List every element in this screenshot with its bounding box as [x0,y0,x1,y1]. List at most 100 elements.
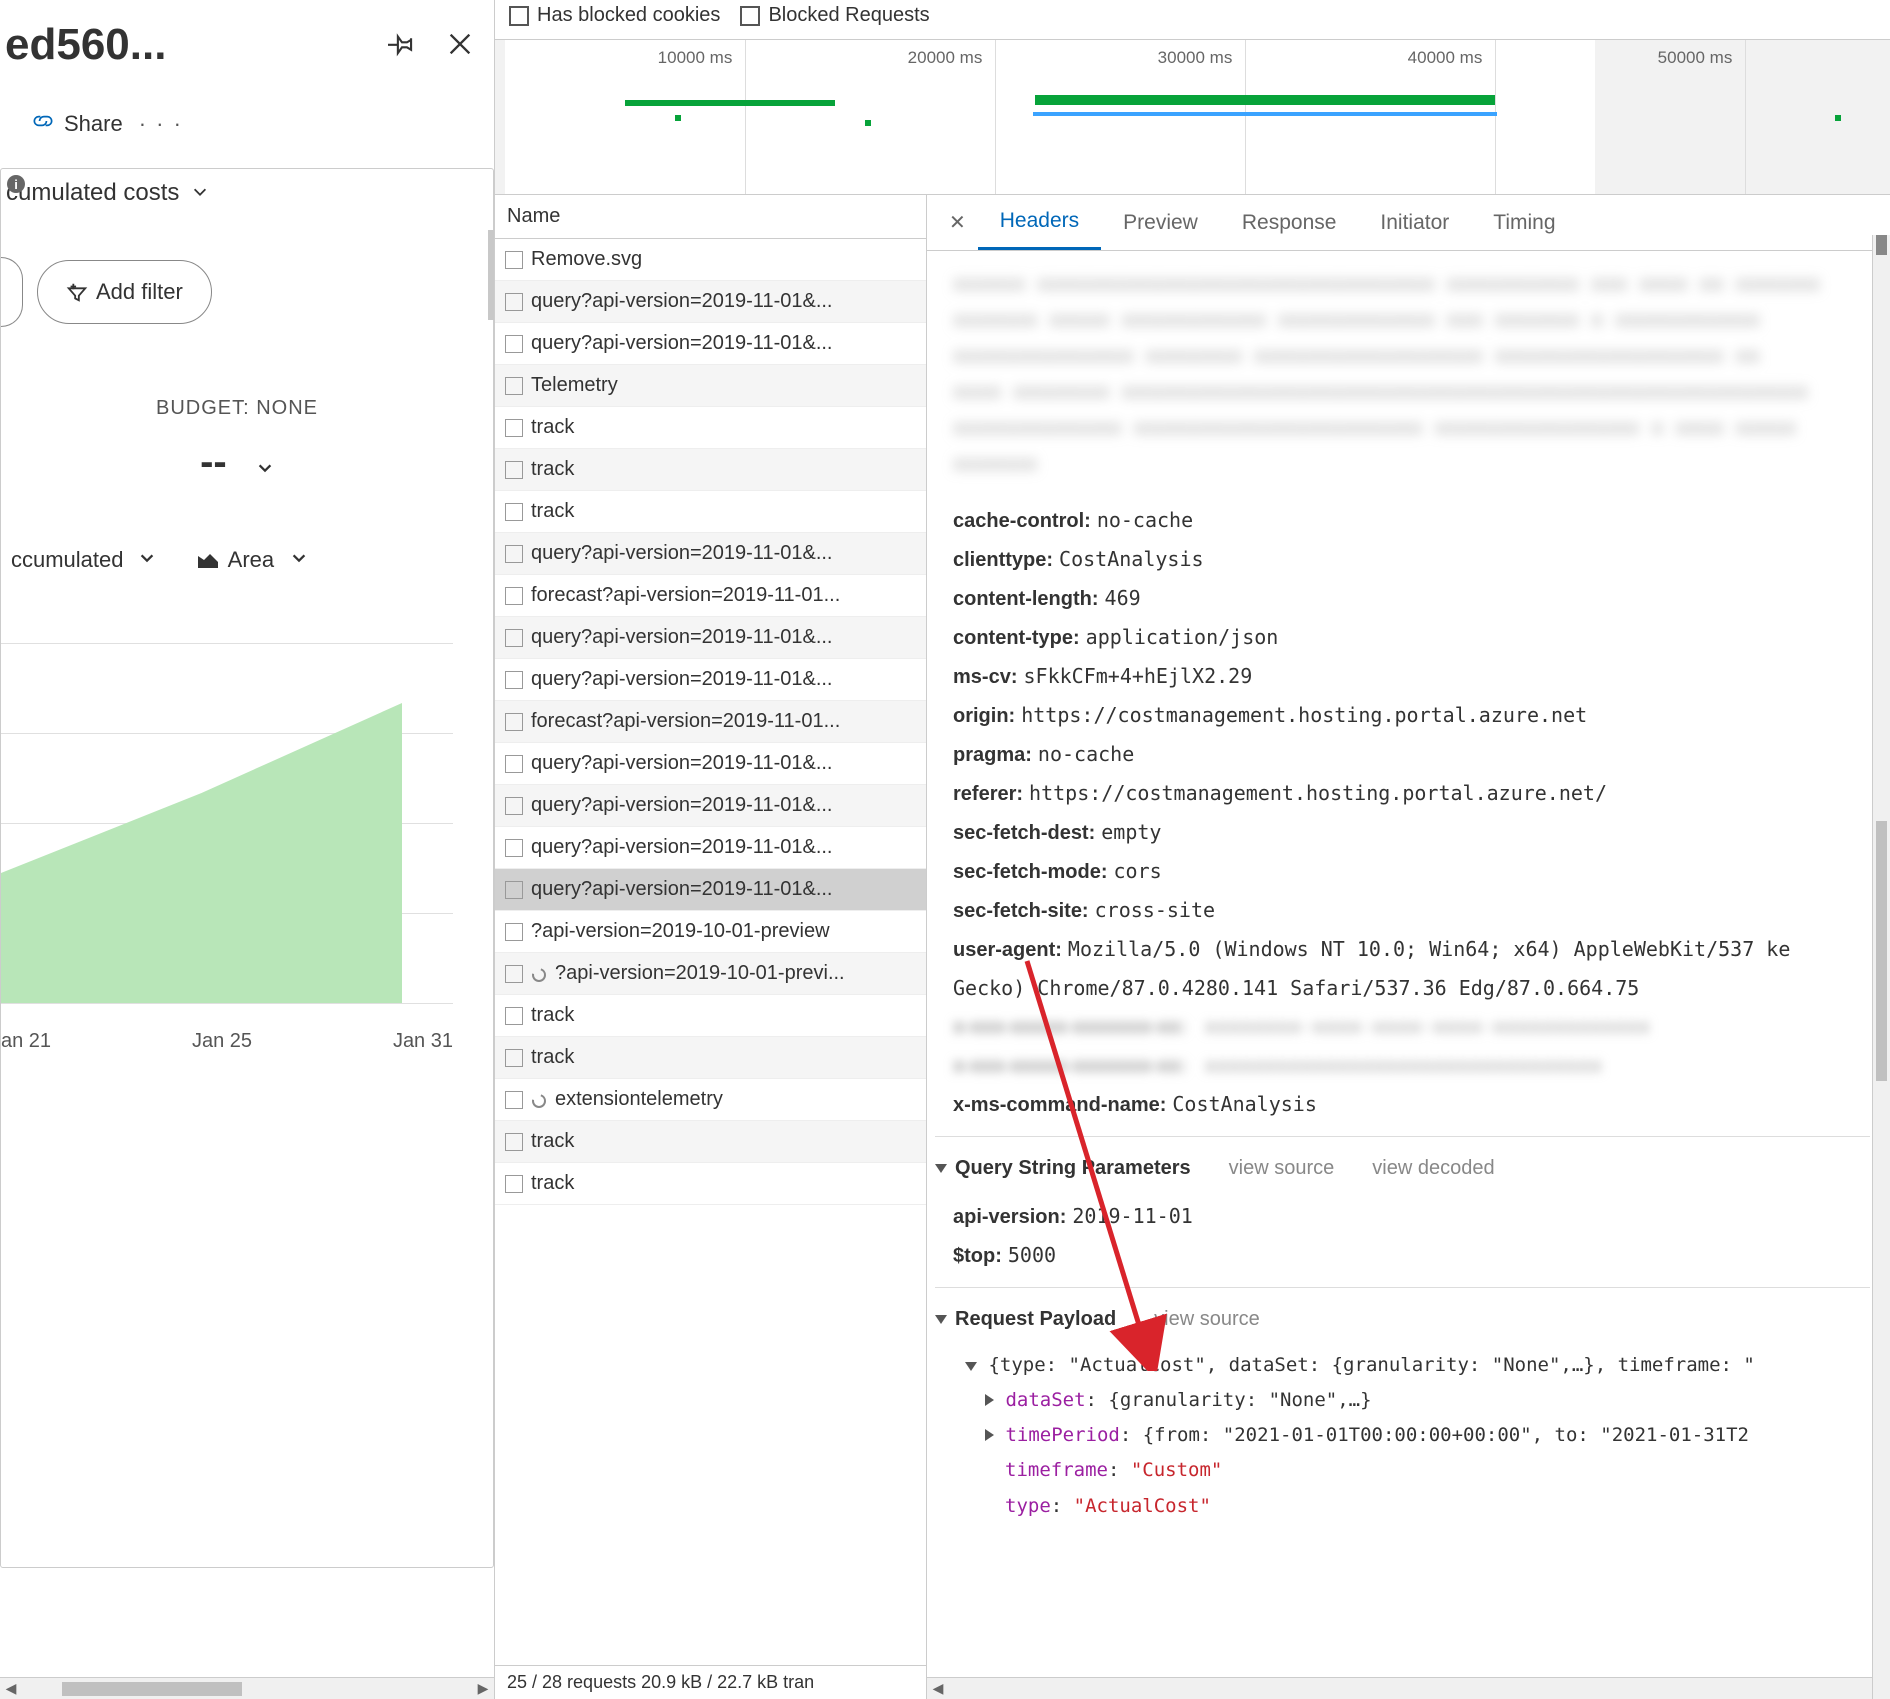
tab-response[interactable]: Response [1220,197,1359,249]
share-link-icon[interactable] [30,110,56,138]
details-vertical-scrollbar[interactable] [1872,235,1890,1699]
close-details-icon[interactable]: ✕ [937,196,978,249]
view-source-link[interactable]: view source [1229,1149,1335,1187]
triangle-right-icon[interactable] [985,1429,994,1441]
request-checkbox[interactable] [505,419,523,437]
request-name: query?api-version=2019-11-01&... [531,794,832,817]
request-checkbox[interactable] [505,713,523,731]
request-row[interactable]: query?api-version=2019-11-01&... [495,323,926,365]
request-checkbox[interactable] [505,503,523,521]
request-checkbox[interactable] [505,1133,523,1151]
request-checkbox[interactable] [505,755,523,773]
request-checkbox[interactable] [505,293,523,311]
blade-title-bar: ed560... [0,0,494,80]
request-checkbox[interactable] [505,1091,523,1109]
request-row[interactable]: query?api-version=2019-11-01&... [495,533,926,575]
header-row: clienttype:CostAnalysis [953,540,1870,579]
share-button[interactable]: Share [64,111,123,137]
section-request-payload[interactable]: Request Payload view source [935,1287,1870,1348]
request-row[interactable]: track [495,1121,926,1163]
request-row[interactable]: forecast?api-version=2019-11-01... [495,701,926,743]
request-row[interactable]: query?api-version=2019-11-01&... [495,869,926,911]
more-dots-icon[interactable]: · · · [131,111,191,137]
x-axis-tick: Jan 25 [192,1030,252,1053]
request-checkbox[interactable] [505,587,523,605]
blocked-requests-checkbox[interactable]: Blocked Requests [740,4,929,27]
tab-initiator[interactable]: Initiator [1358,197,1471,249]
request-checkbox[interactable] [505,839,523,857]
network-timeline[interactable]: 10000 ms 20000 ms 30000 ms 40000 ms 5000… [495,40,1890,195]
request-checkbox[interactable] [505,923,523,941]
request-row[interactable]: ?api-version=2019-10-01-preview [495,911,926,953]
request-row[interactable]: Telemetry [495,365,926,407]
chart-type-dropdown[interactable]: Area [196,547,308,573]
details-horizontal-scrollbar[interactable]: ◀▶ [927,1677,1890,1699]
request-checkbox[interactable] [505,881,523,899]
cost-chart: an 21 Jan 25 Jan 31 [1,643,473,1093]
request-row[interactable]: query?api-version=2019-11-01&... [495,617,926,659]
request-checkbox[interactable] [505,797,523,815]
request-row[interactable]: forecast?api-version=2019-11-01... [495,575,926,617]
tab-timing[interactable]: Timing [1471,197,1577,249]
qsp-row: $top:5000 [953,1236,1870,1275]
request-checkbox[interactable] [505,377,523,395]
request-row[interactable]: track [495,1037,926,1079]
page-background-panel: ed560... Share · · · i cumulated costs A… [0,0,494,1699]
close-icon[interactable] [446,30,474,61]
request-name: query?api-version=2019-11-01&... [531,878,832,901]
chevron-down-icon[interactable] [256,442,274,487]
triangle-down-icon [935,1164,947,1173]
add-filter-button[interactable]: Add filter [37,260,212,324]
requests-header-name[interactable]: Name [495,195,926,239]
request-row[interactable]: extensiontelemetry [495,1079,926,1121]
request-checkbox[interactable] [505,251,523,269]
tab-preview[interactable]: Preview [1101,197,1220,249]
request-row[interactable]: query?api-version=2019-11-01&... [495,743,926,785]
pin-icon[interactable] [388,30,416,61]
request-checkbox[interactable] [505,629,523,647]
request-checkbox[interactable] [505,1175,523,1193]
request-checkbox[interactable] [505,965,523,983]
has-blocked-cookies-checkbox[interactable]: Has blocked cookies [509,4,720,27]
chevron-down-icon[interactable] [191,183,209,204]
spinner-icon [531,1092,547,1108]
request-row[interactable]: track [495,995,926,1037]
info-icon[interactable]: i [7,175,25,193]
request-row[interactable]: Remove.svg [495,239,926,281]
filter-pill-partial[interactable] [1,257,23,327]
tab-headers[interactable]: Headers [978,195,1101,250]
request-checkbox[interactable] [505,1007,523,1025]
blade-title: ed560... [5,20,378,70]
request-row[interactable]: track [495,491,926,533]
request-checkbox[interactable] [505,461,523,479]
request-checkbox[interactable] [505,335,523,353]
request-checkbox[interactable] [505,545,523,563]
request-name: query?api-version=2019-11-01&... [531,626,832,649]
triangle-right-icon[interactable] [985,1394,994,1406]
horizontal-scrollbar[interactable]: ◀ ▶ [0,1677,494,1699]
request-checkbox[interactable] [505,671,523,689]
view-decoded-link[interactable]: view decoded [1372,1149,1494,1187]
cost-card: i cumulated costs Add filter BUDGET: NON… [0,168,494,1568]
triangle-down-icon[interactable] [965,1362,977,1371]
request-row[interactable]: track [495,407,926,449]
header-row: ms-cv:sFkkCFm+4+hEjlX2.29 [953,657,1870,696]
view-accumulated-dropdown[interactable]: ccumulated [11,547,156,573]
request-name: track [531,1172,574,1195]
header-row: content-length:469 [953,579,1870,618]
budget-label: BUDGET: NONE [1,357,473,430]
request-row[interactable]: ?api-version=2019-10-01-previ... [495,953,926,995]
request-row[interactable]: query?api-version=2019-11-01&... [495,785,926,827]
request-checkbox[interactable] [505,1049,523,1067]
header-row: referer:https://costmanagement.hosting.p… [953,774,1870,813]
request-name: ?api-version=2019-10-01-preview [531,920,830,943]
view-source-link[interactable]: view source [1154,1300,1260,1338]
request-row[interactable]: query?api-version=2019-11-01&... [495,281,926,323]
request-row[interactable]: track [495,1163,926,1205]
section-query-string-parameters[interactable]: Query String Parameters view source view… [935,1136,1870,1197]
request-row[interactable]: query?api-version=2019-11-01&... [495,659,926,701]
request-row[interactable]: track [495,449,926,491]
request-name: query?api-version=2019-11-01&... [531,752,832,775]
header-row: sec-fetch-site:cross-site [953,891,1870,930]
request-row[interactable]: query?api-version=2019-11-01&... [495,827,926,869]
